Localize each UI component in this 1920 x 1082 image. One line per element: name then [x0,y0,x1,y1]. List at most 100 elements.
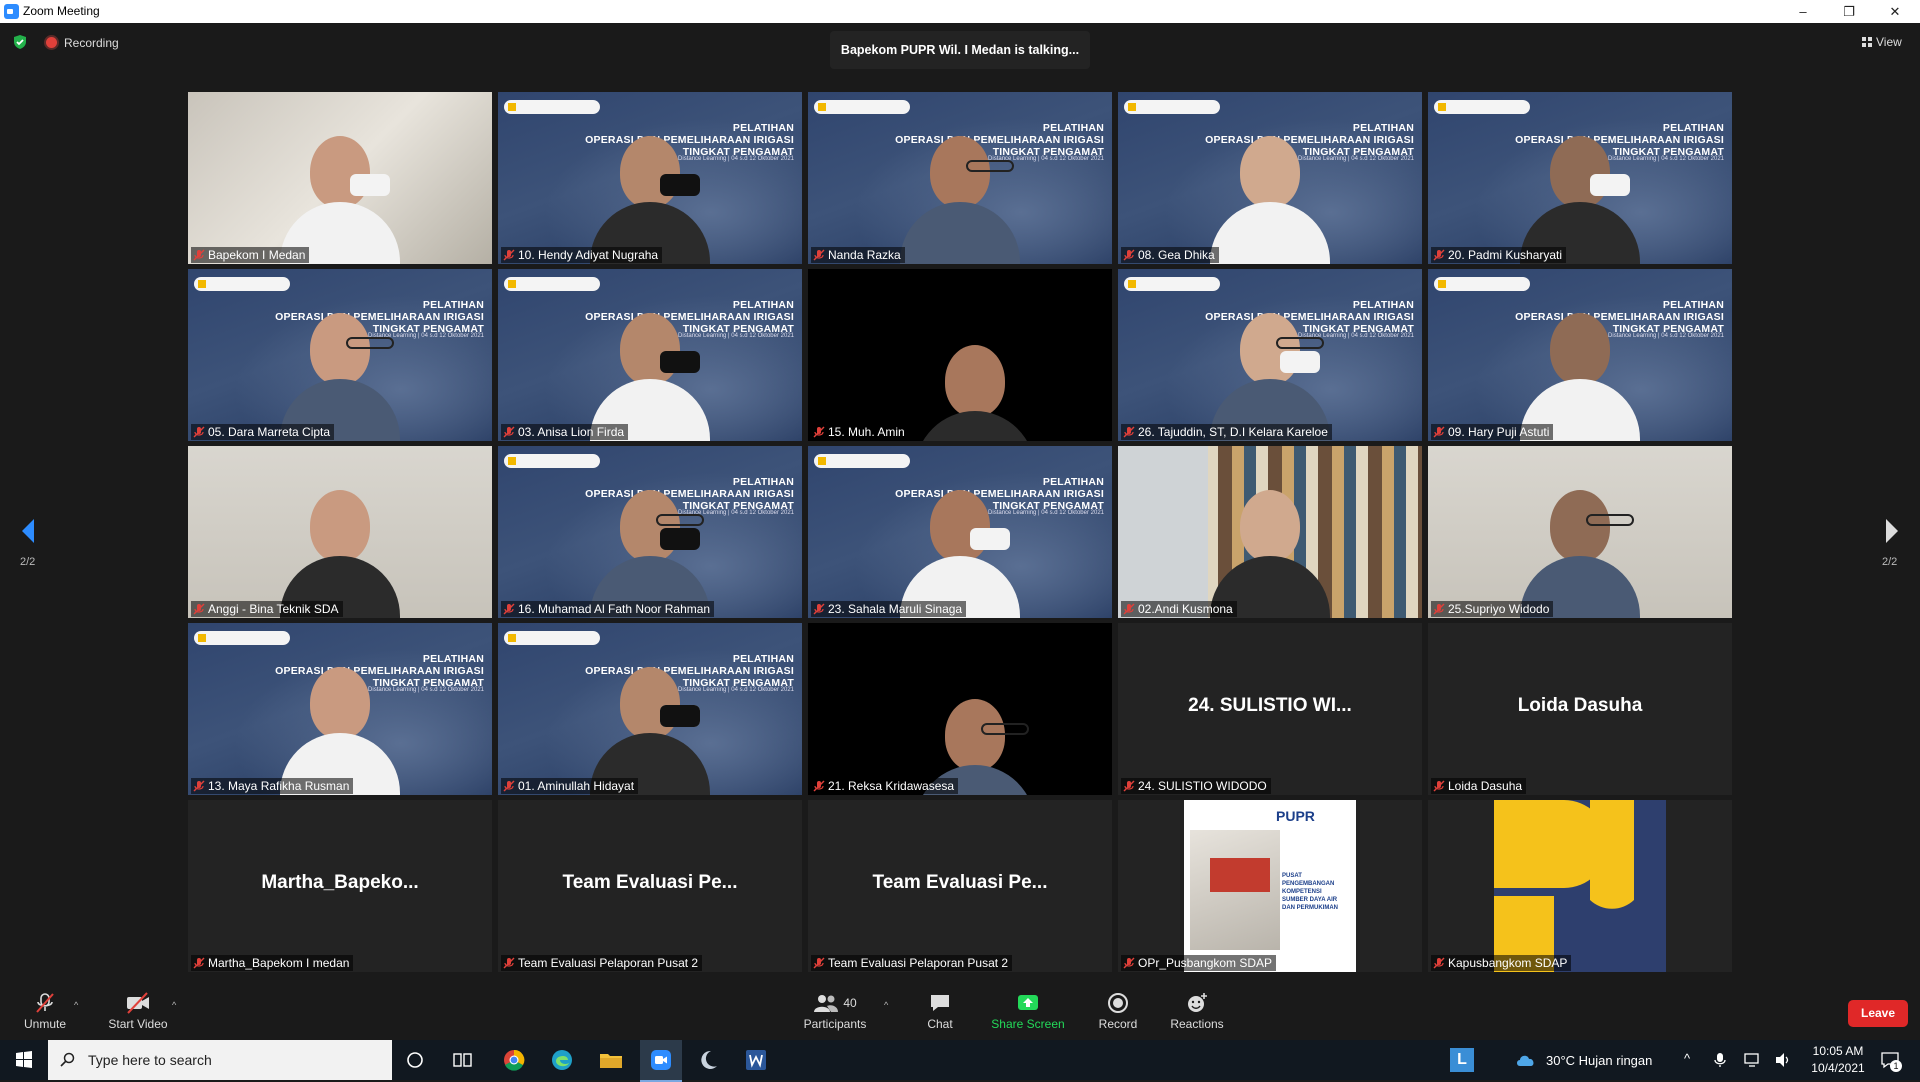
start-video-button[interactable]: Start Video [106,978,170,1040]
edge-browser-icon[interactable] [551,1049,573,1071]
record-icon [1108,993,1128,1013]
reactions-button[interactable]: Reactions [1168,978,1226,1040]
participant-video [280,313,400,441]
participant-name-tag: 05. Dara Marreta Cipta [191,424,335,440]
participant-tile[interactable]: 15. Muh. Amin [808,269,1112,441]
participant-tile[interactable]: Bapekom I Medan [188,92,492,264]
cortana-circle-icon[interactable] [406,1051,424,1069]
participant-tile[interactable]: PELATIHAN OPERASI DAN PEMELIHARAAN IRIGAS… [1118,92,1422,264]
participant-video [590,136,710,264]
participant-name-tag: 23. Sahala Maruli Sinaga [811,601,967,617]
participant-tile[interactable]: PELATIHAN OPERASI DAN PEMELIHARAAN IRIGAS… [1428,269,1732,441]
start-video-label: Start Video [108,1017,168,1031]
participant-display-name: Martha_Bapeko... [261,872,419,893]
participant-tile[interactable]: Martha_Bapeko... Martha_Bapekom I medan [188,800,492,972]
close-button[interactable]: ✕ [1872,0,1918,23]
tray-microphone-icon[interactable] [1714,1052,1726,1068]
next-page-arrow-icon[interactable] [1880,515,1904,547]
view-button[interactable]: View [1862,35,1902,49]
participant-tile[interactable]: PELATIHAN OPERASI DAN PEMELIHARAAN IRIGAS… [808,446,1112,618]
participant-name-tag: 26. Tajuddin, ST, D.I Kelara Kareloe [1121,424,1332,440]
participant-tile[interactable]: PELATIHAN OPERASI DAN PEMELIHARAAN IRIGAS… [1118,269,1422,441]
glasses [346,337,394,349]
crescent-app-icon[interactable] [697,1049,719,1071]
file-explorer-icon[interactable] [599,1050,623,1070]
recording-dot-icon [46,37,57,48]
participant-name-tag: 10. Hendy Adiyat Nugraha [501,247,663,263]
muted-mic-icon [503,249,515,261]
chrome-browser-icon[interactable] [503,1049,525,1071]
participant-display-name: Team Evaluasi Pe... [562,872,738,893]
word-app-icon[interactable] [745,1049,767,1071]
clock-time[interactable]: 10:05 AM [1810,1044,1866,1058]
recording-label[interactable]: Recording [64,36,119,50]
participant-tile[interactable]: Kapusbangkom SDAP [1428,800,1732,972]
participant-tile[interactable]: PUPR PUSAT PENGEMBANGAN KOMPETENSI SUMBER DA… [1118,800,1422,972]
face-mask [1590,174,1630,196]
participant-tile[interactable]: PELATIHAN OPERASI DAN PEMELIHARAAN IRIGAS… [498,92,802,264]
participant-name-tag: Nanda Razka [811,247,905,263]
participant-name-tag: OPr_Pusbangkom SDAP [1121,955,1277,971]
participant-name-tag: Martha_Bapekom I medan [191,955,354,971]
participants-icon [814,995,839,1012]
clock-date[interactable]: 10/4/2021 [1810,1061,1866,1075]
participant-tile[interactable]: PELATIHAN OPERASI DAN PEMELIHARAAN IRIGAS… [1428,92,1732,264]
tray-show-hidden-chevron-icon[interactable]: ^ [1684,1051,1690,1066]
participant-name-tag: Bapekom I Medan [191,247,310,263]
muted-mic-icon [1123,426,1135,438]
participants-options-caret-icon[interactable]: ^ [884,1000,888,1010]
participant-video [1210,136,1330,264]
participant-tile[interactable]: Team Evaluasi Pe... Team Evaluasi Pelapor… [498,800,802,972]
audio-options-caret-icon[interactable]: ^ [74,1000,78,1010]
notification-count-badge: 1 [1890,1060,1902,1072]
unmute-button[interactable]: Unmute [20,978,70,1040]
share-screen-button[interactable]: Share Screen [990,978,1066,1040]
leave-meeting-button[interactable]: Leave [1848,1000,1908,1027]
reactions-label: Reactions [1170,1017,1224,1031]
task-view-icon[interactable] [453,1051,473,1069]
participant-tile[interactable]: 21. Reksa Kridawasesa [808,623,1112,795]
participant-tile[interactable]: PELATIHAN OPERASI DAN PEMELIHARAAN IRIGAS… [808,92,1112,264]
security-shield-icon[interactable] [12,34,28,50]
participant-tile[interactable]: PELATIHAN OPERASI DAN PEMELIHARAAN IRIGAS… [188,269,492,441]
muted-mic-icon [503,780,515,792]
slide-logo-banner [1434,100,1530,114]
glasses [981,723,1029,735]
participant-tile[interactable]: PELATIHAN OPERASI DAN PEMELIHARAAN IRIGAS… [498,269,802,441]
video-off-icon [127,992,149,1014]
muted-mic-icon [503,957,515,969]
weather-text[interactable]: 30°C Hujan ringan [1546,1053,1652,1068]
participant-tile[interactable]: Anggi - Bina Teknik SDA [188,446,492,618]
notification-center[interactable]: 1 [1880,1050,1902,1072]
video-options-caret-icon[interactable]: ^ [172,1000,176,1010]
glasses [656,514,704,526]
participant-tile[interactable]: PELATIHAN OPERASI DAN PEMELIHARAAN IRIGAS… [188,623,492,795]
taskbar-search-box[interactable]: Type here to search [48,1040,392,1080]
restore-button[interactable]: ❐ [1826,0,1872,23]
muted-mic-icon [1433,426,1445,438]
participant-tile[interactable]: 24. SULISTIO WI... 24. SULISTIO WIDODO [1118,623,1422,795]
minimize-button[interactable]: – [1780,0,1826,23]
network-icon[interactable] [1744,1052,1762,1068]
video-gallery-grid: Bapekom I Medan PELATIHAN OPERASI DAN PEME… [188,92,1732,972]
participant-display-name: Loida Dasuha [1517,695,1643,716]
active-speaker-banner: Bapekom PUPR Wil. I Medan is talking... [830,31,1090,69]
previous-page-arrow-icon[interactable] [16,515,40,547]
muted-mic-icon [1123,957,1135,969]
participant-tile[interactable]: 25.Supriyo Widodo [1428,446,1732,618]
participant-tile[interactable]: PELATIHAN OPERASI DAN PEMELIHARAAN IRIGAS… [498,623,802,795]
participant-tile[interactable]: PELATIHAN OPERASI DAN PEMELIHARAAN IRIGAS… [498,446,802,618]
chat-button[interactable]: Chat [920,978,960,1040]
participant-tile[interactable]: Loida Dasuha Loida Dasuha [1428,623,1732,795]
windows-start-icon[interactable] [0,1040,48,1080]
participant-tile[interactable]: 02.Andi Kusmona [1118,446,1422,618]
participant-video [280,136,400,264]
volume-icon[interactable] [1774,1052,1792,1068]
participant-video [590,313,710,441]
taskbar-zoom-app[interactable] [640,1040,682,1082]
participant-video [1210,313,1330,441]
tray-l-app-icon[interactable]: L [1450,1048,1474,1072]
record-button[interactable]: Record [1094,978,1142,1040]
participants-button[interactable]: 40 Participants [798,978,872,1040]
participant-tile[interactable]: Team Evaluasi Pe... Team Evaluasi Pelapor… [808,800,1112,972]
